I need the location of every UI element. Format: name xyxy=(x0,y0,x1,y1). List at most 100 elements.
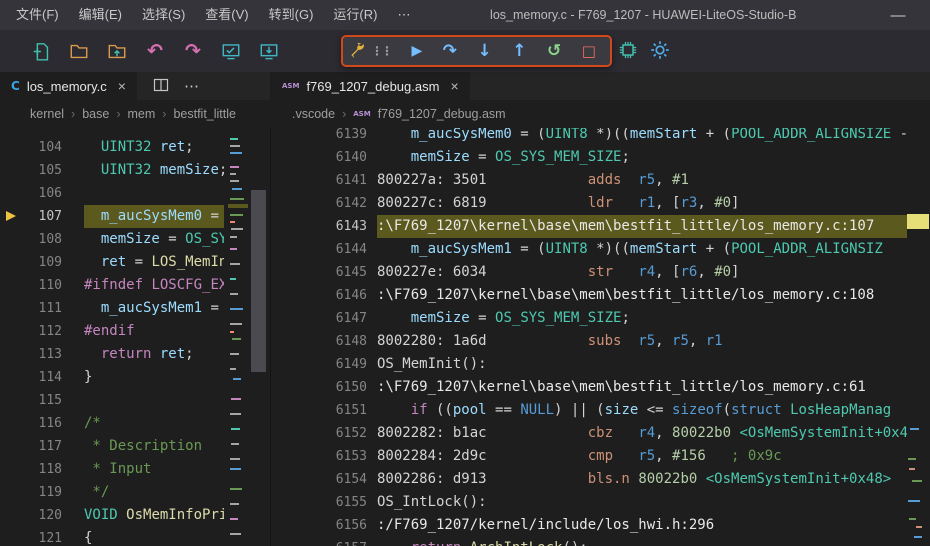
step-over-icon[interactable]: ↷ xyxy=(443,43,457,60)
code-line[interactable]: 61538002284: 2d9c cmp r5, #156 ; 0x9c xyxy=(271,445,930,468)
menu-select[interactable]: 选择(S) xyxy=(132,0,195,30)
minimap-left[interactable] xyxy=(228,128,248,546)
line-number[interactable]: 6155 xyxy=(271,491,377,514)
menu-more[interactable]: ⋯ xyxy=(387,0,420,30)
line-number[interactable]: 6154 xyxy=(271,468,377,491)
step-into-icon[interactable]: ↓ xyxy=(478,43,492,60)
line-number[interactable]: 108 xyxy=(0,228,84,251)
build-button[interactable] xyxy=(220,40,242,62)
menu-file[interactable]: 文件(F) xyxy=(6,0,69,30)
line-number[interactable]: 6148 xyxy=(271,330,377,353)
line-number[interactable]: 117 xyxy=(0,435,84,458)
code-line[interactable]: 6146:\F769_1207\kernel\base\mem\bestfit_… xyxy=(271,284,930,307)
code-line[interactable]: 61488002280: 1a6d subs r5, r5, r1 xyxy=(271,330,930,353)
chip-button[interactable] xyxy=(618,40,638,65)
open-project-button[interactable] xyxy=(68,40,90,62)
debug-settings-button[interactable] xyxy=(650,40,670,65)
line-number[interactable]: 6143 xyxy=(271,215,377,238)
line-number[interactable]: 119 xyxy=(0,481,84,504)
line-number[interactable]: 6144 xyxy=(271,238,377,261)
line-number[interactable]: 115 xyxy=(0,389,84,412)
tab-f769-debug-asm[interactable]: ASM f769_1207_debug.asm × xyxy=(271,72,470,100)
line-number[interactable]: 107 xyxy=(0,205,84,228)
line-number[interactable]: 6150 xyxy=(271,376,377,399)
code-line[interactable]: 6145800227e: 6034 str r4, [r6, #0] xyxy=(271,261,930,284)
redo-button[interactable]: ↷ xyxy=(182,40,204,62)
code-line[interactable]: 6147 memSize = OS_SYS_MEM_SIZE; xyxy=(271,307,930,330)
code-line[interactable]: 6141800227a: 3501 adds r5, #1 xyxy=(271,169,930,192)
burn-monitor-icon xyxy=(259,42,279,61)
grip-icon[interactable]: ⋮⋮ xyxy=(371,45,391,57)
tab-close-icon[interactable]: × xyxy=(450,78,458,94)
restart-icon[interactable]: ↺ xyxy=(547,43,561,60)
line-number[interactable]: 110 xyxy=(0,274,84,297)
new-project-button[interactable] xyxy=(30,40,52,62)
line-number[interactable]: 6153 xyxy=(271,445,377,468)
line-number[interactable]: 111 xyxy=(0,297,84,320)
line-number[interactable]: 6142 xyxy=(271,192,377,215)
undo-button[interactable]: ↶ xyxy=(144,40,166,62)
line-number[interactable]: 106 xyxy=(0,182,84,205)
menu-goto[interactable]: 转到(G) xyxy=(259,0,324,30)
line-number[interactable]: 120 xyxy=(0,504,84,527)
crumb-mem[interactable]: mem xyxy=(128,107,156,121)
split-editor-button[interactable] xyxy=(153,77,169,96)
crumb-asm-file[interactable]: f769_1207_debug.asm xyxy=(378,107,506,121)
tab-close-icon[interactable]: × xyxy=(118,78,126,94)
code-line[interactable]: 6150:\F769_1207\kernel\base\mem\bestfit_… xyxy=(271,376,930,399)
code-line[interactable]: 6142800227c: 6819 ldr r1, [r3, #0] xyxy=(271,192,930,215)
code-line[interactable]: 6156:/F769_1207/kernel/include/los_hwi.h… xyxy=(271,514,930,537)
minimap-right[interactable] xyxy=(906,128,930,546)
code-line[interactable]: 6151 if ((pool == NULL) || (size <= size… xyxy=(271,399,930,422)
line-number[interactable]: 6151 xyxy=(271,399,377,422)
line-number[interactable]: 118 xyxy=(0,458,84,481)
more-actions-button[interactable]: ⋯ xyxy=(184,77,200,95)
continue-icon[interactable]: ▶ xyxy=(412,44,423,58)
code-line[interactable]: 6144 m_aucSysMem1 = (UINT8 *)((memStart … xyxy=(271,238,930,261)
crumb-vscode[interactable]: .vscode xyxy=(292,107,335,121)
line-number[interactable]: 6145 xyxy=(271,261,377,284)
code-line[interactable]: 6157 return ArchIntLock(); xyxy=(271,537,930,546)
import-project-button[interactable] xyxy=(106,40,128,62)
minimize-button[interactable]: — xyxy=(866,7,930,24)
menu-run[interactable]: 运行(R) xyxy=(323,0,387,30)
line-number[interactable]: 6156 xyxy=(271,514,377,537)
step-out-icon[interactable]: ↑ xyxy=(512,43,526,60)
line-number[interactable]: 6140 xyxy=(271,146,377,169)
wrench-button[interactable] xyxy=(348,40,366,63)
code-line[interactable]: 6149OS_MemInit(): xyxy=(271,353,930,376)
crumb-base[interactable]: base xyxy=(82,107,109,121)
stop-icon[interactable]: □ xyxy=(582,44,596,59)
tab-los-memory-c[interactable]: C los_memory.c × xyxy=(0,72,137,100)
line-number[interactable]: 112 xyxy=(0,320,84,343)
line-number[interactable]: 104 xyxy=(0,136,84,159)
crumb-kernel[interactable]: kernel xyxy=(30,107,64,121)
code-line[interactable]: 61528002282: b1ac cbz r4, 80022b0 <OsMem… xyxy=(271,422,930,445)
menu-edit[interactable]: 编辑(E) xyxy=(69,0,132,30)
menu-view[interactable]: 查看(V) xyxy=(195,0,258,30)
line-number[interactable]: 121 xyxy=(0,527,84,546)
burn-button[interactable] xyxy=(258,40,280,62)
line-number[interactable]: 105 xyxy=(0,159,84,182)
code-line[interactable]: 6139 m_aucSysMem0 = (UINT8 *)((memStart … xyxy=(271,128,930,146)
line-number[interactable]: 116 xyxy=(0,412,84,435)
line-number[interactable]: 6157 xyxy=(271,537,377,546)
editor-pane-los-memory[interactable]: 104 UINT32 ret;105 UINT32 memSize;106107… xyxy=(0,128,270,546)
line-number[interactable]: 109 xyxy=(0,251,84,274)
line-number[interactable]: 6149 xyxy=(271,353,377,376)
line-number[interactable]: 6152 xyxy=(271,422,377,445)
code-line[interactable]: 6140 memSize = OS_SYS_MEM_SIZE; xyxy=(271,146,930,169)
line-number[interactable]: 6146 xyxy=(271,284,377,307)
split-editor-icon xyxy=(153,77,169,93)
current-debug-line[interactable]: 6143:\F769_1207\kernel\base\mem\bestfit_… xyxy=(271,215,930,238)
line-number[interactable]: 6139 xyxy=(271,128,377,146)
code-line[interactable]: 61548002286: d913 bls.n 80022b0 <OsMemSy… xyxy=(271,468,930,491)
vertical-scrollbar[interactable] xyxy=(251,190,266,372)
editor-pane-debug-asm[interactable]: 6139 m_aucSysMem0 = (UINT8 *)((memStart … xyxy=(270,128,930,546)
line-number[interactable]: 6141 xyxy=(271,169,377,192)
code-line[interactable]: 6155OS_IntLock(): xyxy=(271,491,930,514)
line-number[interactable]: 114 xyxy=(0,366,84,389)
line-number[interactable]: 6147 xyxy=(271,307,377,330)
crumb-bestfit-little[interactable]: bestfit_little xyxy=(173,107,236,121)
line-number[interactable]: 113 xyxy=(0,343,84,366)
